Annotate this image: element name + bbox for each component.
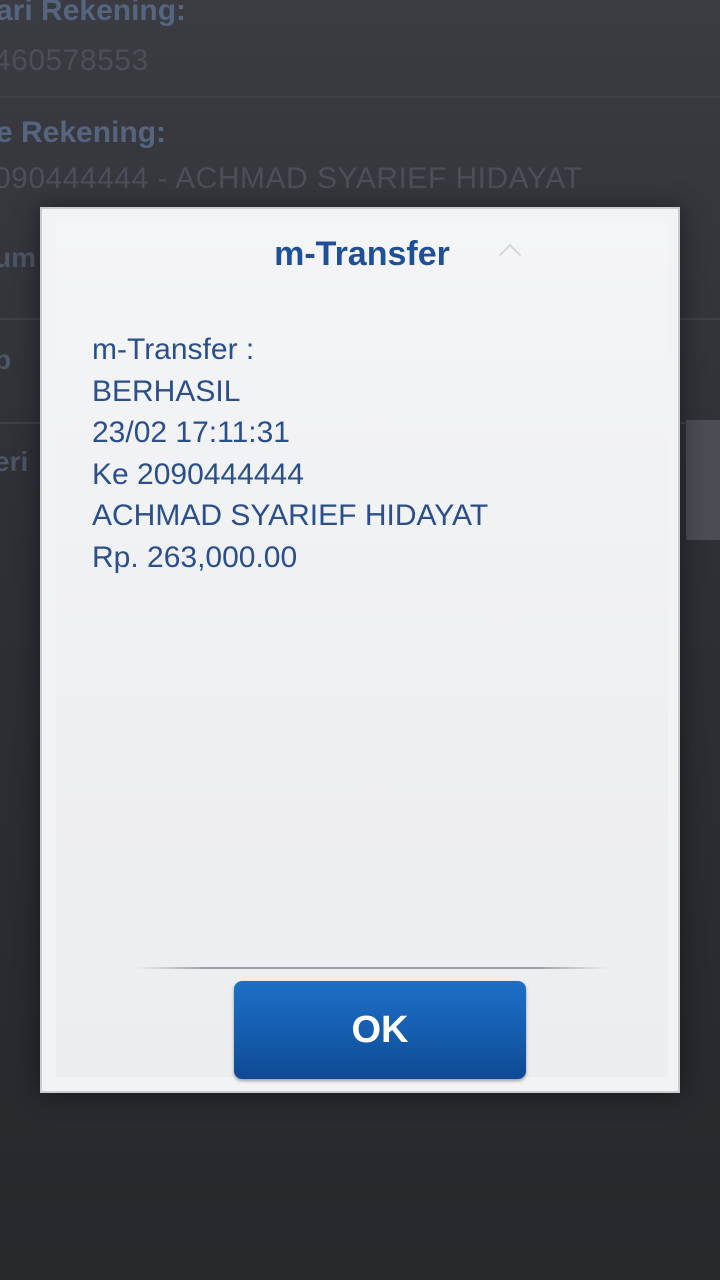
form-divider [0,96,720,98]
destination-account-label: e Rekening: [0,116,167,149]
message-line-status: BERHASIL [92,374,241,408]
source-account-value: 460578553 [0,44,149,77]
field-label: eri [0,446,29,477]
dialog-body: m-Transfer m-Transfer : BERHASIL 23/02 1… [56,221,668,1079]
transfer-result-dialog: m-Transfer m-Transfer : BERHASIL 23/02 1… [40,207,680,1093]
message-line-heading: m-Transfer : [92,333,255,366]
message-line-datetime: 23/02 17:11:31 [92,416,290,449]
dialog-message: m-Transfer : BERHASIL 23/02 17:11:31 Ke … [92,329,488,578]
destination-account-value[interactable]: 090444444 - ACHMAD SYARIEF HIDAYAT [0,162,582,196]
dialog-title: m-Transfer [274,235,450,273]
message-line-destination-account: Ke 2090444444 [92,457,304,491]
field-label: p [0,344,12,375]
message-line-recipient-name: ACHMAD SYARIEF HIDAYAT [92,499,489,532]
side-panel [686,420,720,540]
ok-button[interactable]: OK [234,981,526,1079]
screen: ari Rekening: 460578553 e Rekening: 0904… [0,0,720,1280]
amount-label: um [0,242,36,273]
message-line-amount: Rp. 263,000.00 [92,540,298,574]
source-account-label: ari Rekening: [0,0,187,27]
button-divider [136,967,608,969]
